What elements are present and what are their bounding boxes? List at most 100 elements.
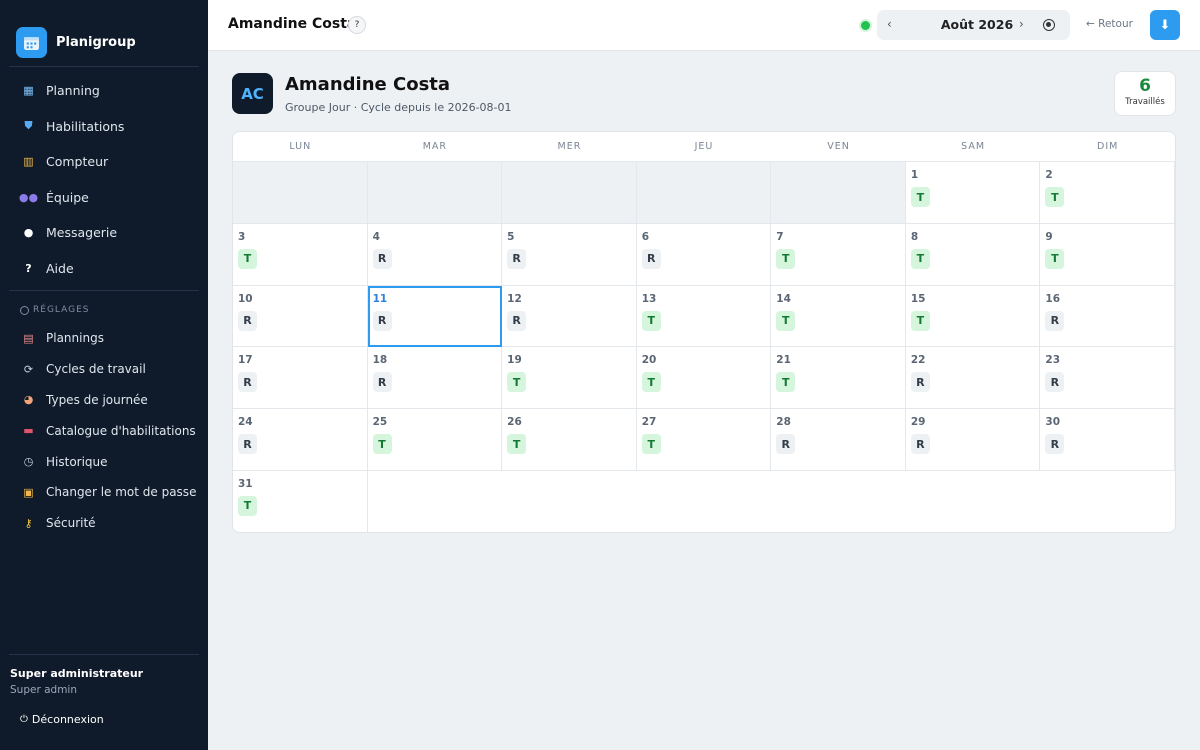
calendar-day-cell[interactable]: 5R <box>502 223 637 286</box>
power-icon: ⏻ <box>20 714 28 725</box>
key-icon: ⚷ <box>24 516 33 530</box>
day-number: 16 <box>1045 292 1061 305</box>
day-number: 11 <box>372 292 388 305</box>
day-number: 3 <box>238 230 246 243</box>
shift-badge: T <box>1045 248 1065 269</box>
calendar-day-cell[interactable]: 16 R <box>1040 285 1175 348</box>
calendar-day-cell[interactable]: 21 T <box>771 347 906 410</box>
shift-badge: R <box>1045 434 1065 455</box>
nav-label: Messagerie <box>46 225 118 241</box>
calendar-day-cell[interactable]: 2T <box>1040 162 1175 224</box>
calendar-day-cell[interactable]: 31 T <box>233 470 368 532</box>
today-target-icon[interactable] <box>1043 19 1055 31</box>
nav-item-types-journee[interactable]: ◕ Types de journée <box>0 385 208 416</box>
calendar-day-cell[interactable]: 3T <box>233 223 368 286</box>
calendar-day-cell[interactable]: 6R <box>636 223 772 286</box>
nav-item-cycles[interactable]: ⟳ Cycles de travail <box>0 354 208 385</box>
logout-button[interactable]: ⏻ Déconnexion <box>0 696 208 726</box>
shift-badge: R <box>238 372 257 393</box>
avatar: AC <box>232 73 273 114</box>
document-icon: ▤ <box>23 331 34 345</box>
calendar-day-cell[interactable]: 15 T <box>905 285 1041 348</box>
toolbox-icon: ▬ <box>23 424 34 438</box>
brand[interactable]: Planigroup <box>0 0 208 66</box>
calendar-day-cell[interactable]: 18 R <box>367 347 503 410</box>
next-month-button[interactable]: › <box>1019 17 1024 31</box>
calendar-day-cell[interactable]: 11 R <box>367 285 503 348</box>
nav-item-compteur[interactable]: ▥ Compteur <box>0 144 208 180</box>
calendar-day-cell[interactable]: 9T <box>1040 223 1175 286</box>
employee-name: Amandine Costa <box>285 74 451 95</box>
sidebar-divider <box>9 290 199 291</box>
day-number: 31 <box>238 477 253 490</box>
nav-item-historique[interactable]: ◷ Historique <box>0 446 208 477</box>
calendar-day-cell[interactable]: 22 R <box>905 347 1041 410</box>
calendar-day-cell[interactable]: 10 R <box>233 285 368 348</box>
weekday-label: JEU <box>694 141 714 152</box>
calendar-day-cell[interactable]: 13 T <box>636 285 772 348</box>
calendar-day-cell[interactable]: 19 T <box>502 347 637 410</box>
nav-label: Types de journée <box>46 392 148 407</box>
calendar-day-cell[interactable]: 26 T <box>502 409 637 471</box>
calendar-day-cell[interactable]: 23 R <box>1040 347 1175 410</box>
calendar-day-cell[interactable]: 28 R <box>771 409 906 471</box>
shift-badge: T <box>776 248 796 269</box>
nav-item-password[interactable]: ▣ Changer le mot de passe <box>0 477 208 508</box>
settings-title: RÉGLAGES <box>33 305 90 315</box>
worked-count: 6 <box>1139 76 1151 96</box>
calendar-day-cell[interactable]: 14 T <box>771 285 906 348</box>
shift-badge: T <box>641 434 661 455</box>
employee-subtitle: Groupe Jour · Cycle depuis le 2026-08-01 <box>285 101 512 114</box>
day-number: 29 <box>910 416 926 429</box>
calendar-empty-cell <box>771 162 906 224</box>
nav-item-plannings[interactable]: ▤ Plannings <box>0 323 208 354</box>
shift-badge: R <box>238 434 257 455</box>
weekday-label: MER <box>557 141 582 152</box>
shield-icon: ⛊ <box>24 119 33 133</box>
gear-icon <box>20 305 29 315</box>
calendar-day-cell[interactable]: 20 T <box>636 347 772 410</box>
day-number: 24 <box>238 416 253 429</box>
current-month: Août 2026 <box>940 17 1014 32</box>
download-button[interactable]: ⬇ <box>1150 10 1180 40</box>
calendar-day-cell[interactable]: 25 T <box>367 409 503 471</box>
team-icon: ●● <box>18 190 39 204</box>
day-number: 17 <box>238 354 253 367</box>
calendar-day-cell[interactable]: 27 T <box>636 409 772 471</box>
shift-badge: T <box>507 434 527 455</box>
nav-item-equipe[interactable]: ●● Équipe <box>0 180 208 216</box>
calendar-day-cell[interactable]: 12 R <box>502 285 637 348</box>
calendar-trailing-space <box>368 471 1175 532</box>
day-number: 22 <box>910 354 926 367</box>
nav-item-securite[interactable]: ⚷ Sécurité <box>0 508 208 539</box>
day-number: 26 <box>507 416 522 429</box>
calendar-day-cell[interactable]: 17 R <box>233 347 368 410</box>
shift-badge: T <box>372 434 392 455</box>
calendar-empty-cell <box>636 162 772 224</box>
calendar-day-cell[interactable]: 30 R <box>1040 409 1175 471</box>
nav-item-planning[interactable]: ▦ Planning <box>0 73 208 109</box>
shift-badge: R <box>238 310 257 331</box>
calendar-day-cell[interactable]: 24 R <box>233 409 368 471</box>
calendar-day-cell[interactable]: 8T <box>905 223 1041 286</box>
calendar-day-cell[interactable]: 29 R <box>905 409 1041 471</box>
nav-label: Habilitations <box>46 118 125 134</box>
cycle-icon: ⟳ <box>23 362 34 376</box>
nav-label: Historique <box>46 454 108 469</box>
calendar-day-cell[interactable]: 7T <box>771 223 906 286</box>
nav-item-messagerie[interactable]: ● Messagerie <box>0 215 208 251</box>
help-button[interactable]: ? <box>348 16 366 34</box>
nav-item-aide[interactable]: ? Aide <box>0 251 208 287</box>
shift-badge: T <box>776 310 796 331</box>
main-nav: ▦ Planning ⛊ Habilitations ▥ Compteur ●● Équ… <box>0 67 208 286</box>
nav-label: Changer le mot de passe <box>46 485 197 500</box>
calendar-empty-cell <box>502 162 637 224</box>
calendar-day-cell[interactable]: 1T <box>905 162 1041 224</box>
back-link[interactable]: ← Retour <box>1086 18 1133 30</box>
calendar-day-cell[interactable]: 4R <box>367 223 503 286</box>
nav-item-catalogue[interactable]: ▬ Catalogue d'habilitations <box>0 415 208 446</box>
nav-item-habilitations[interactable]: ⛊ Habilitations <box>0 109 208 145</box>
prev-month-button[interactable]: ‹ <box>887 17 892 31</box>
day-number: 12 <box>507 292 522 305</box>
app-name: Planigroup <box>56 34 136 50</box>
